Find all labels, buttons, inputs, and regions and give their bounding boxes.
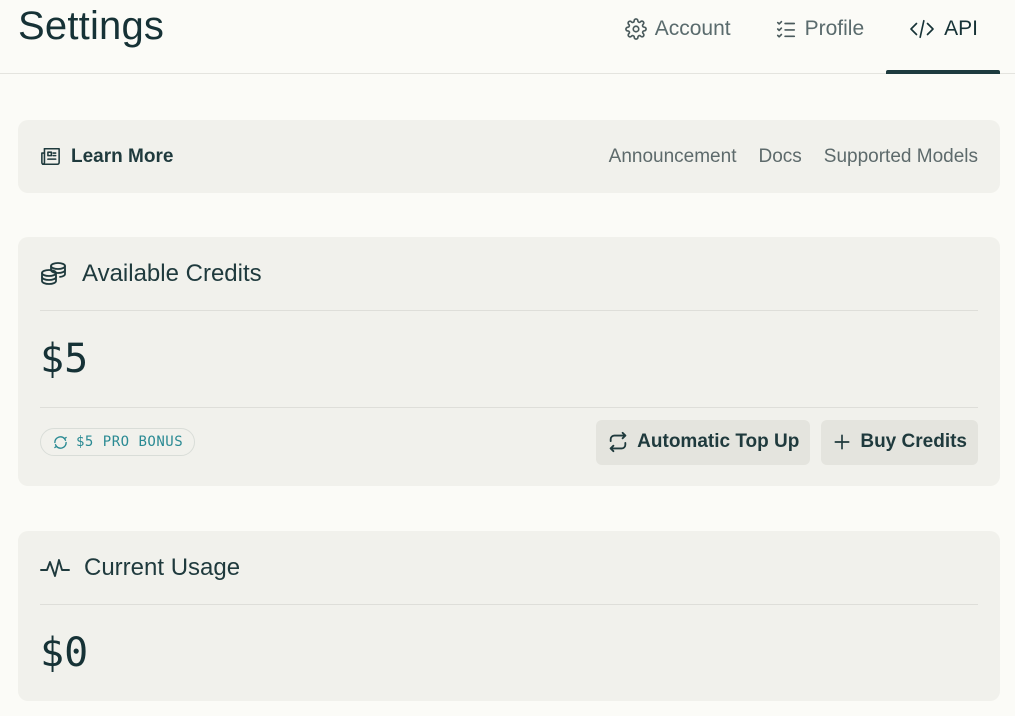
gear-icon [624,18,647,40]
available-credits-card: Available Credits $5 $5 PRO BONUS Automa… [18,237,1000,486]
page-title: Settings [18,4,165,48]
tab-account-label: Account [654,17,731,40]
automatic-top-up-button[interactable]: Automatic Top Up [596,419,811,465]
buy-credits-label: Buy Credits [860,431,967,452]
usage-header: Current Usage [40,531,978,605]
tab-api[interactable]: API [886,0,1000,74]
learn-more-links: Announcement Docs Supported Models [609,146,978,168]
newspaper-icon [41,147,60,166]
header: Settings Account Profile API [0,0,1015,74]
repeat-icon [609,431,627,453]
current-usage-card: Current Usage $0 [18,531,1000,701]
credits-header: Available Credits [40,237,978,311]
link-supported-models[interactable]: Supported Models [824,146,978,168]
credits-title: Available Credits [82,259,262,287]
coins-icon [41,261,66,285]
pro-bonus-badge: $5 PRO BONUS [40,428,196,456]
usage-amount: $0 [40,630,89,676]
refresh-icon [54,435,67,449]
pro-bonus-label: $5 PRO BONUS [76,434,184,450]
learn-more-card: Learn More Announcement Docs Supported M… [18,120,1000,193]
checklist-icon [776,20,795,38]
tab-account[interactable]: Account [603,0,753,58]
buy-credits-button[interactable]: Buy Credits [821,419,978,465]
learn-more-label: Learn More [71,145,174,167]
automatic-top-up-label: Automatic Top Up [637,431,800,452]
tab-profile-label: Profile [804,17,865,40]
plus-icon [834,434,850,450]
credits-footer: $5 PRO BONUS Automatic Top Up Buy Credit… [40,408,978,476]
code-icon [910,19,934,39]
tab-profile[interactable]: Profile [753,0,887,58]
tab-api-label: API [944,17,978,40]
link-docs[interactable]: Docs [758,146,801,168]
credits-amount: $5 [40,311,978,408]
activity-icon [40,558,70,577]
learn-more-heading[interactable]: Learn More [40,146,173,168]
usage-title: Current Usage [84,553,241,581]
tab-bar: Account Profile API [603,0,1000,74]
credits-actions: Automatic Top Up Buy Credits [596,419,978,465]
link-announcement[interactable]: Announcement [609,146,737,168]
